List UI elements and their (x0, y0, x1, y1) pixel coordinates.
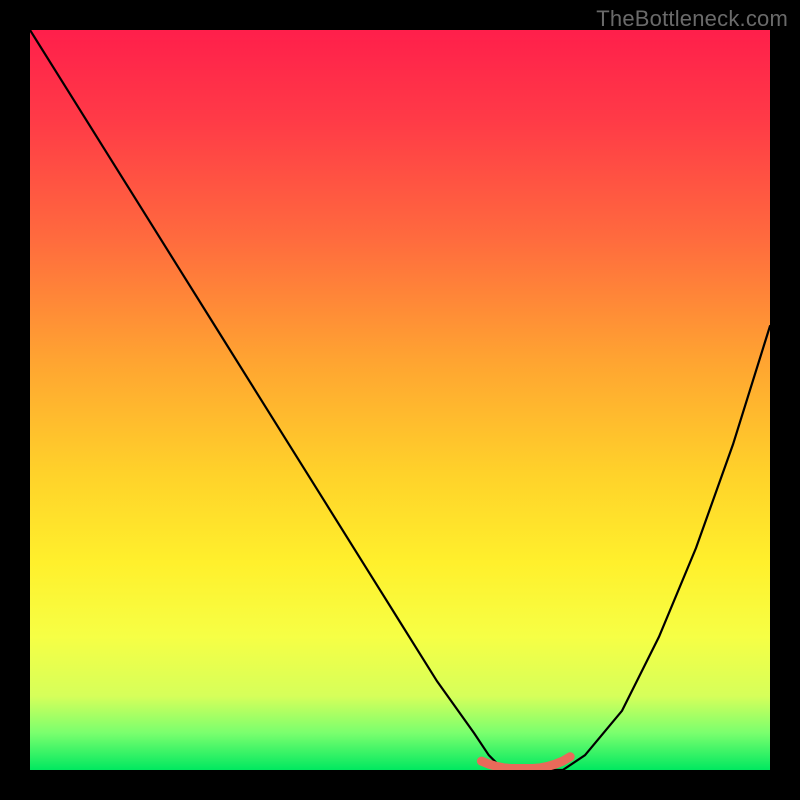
flat-bottom-marker (481, 757, 570, 769)
watermark-text: TheBottleneck.com (596, 6, 788, 32)
chart-frame: TheBottleneck.com (0, 0, 800, 800)
curve-layer (30, 30, 770, 770)
plot-area (30, 30, 770, 770)
bottleneck-curve (30, 30, 770, 770)
